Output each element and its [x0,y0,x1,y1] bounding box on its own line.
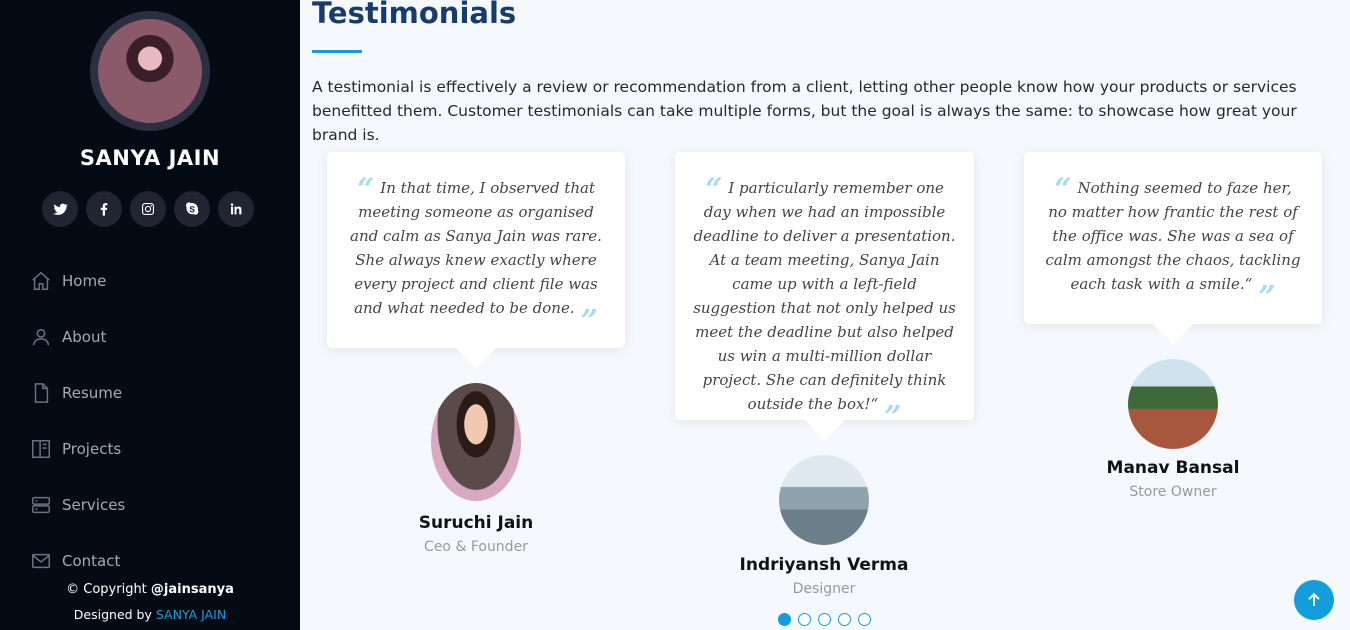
designed-prefix: Designed by [73,607,152,622]
quote-open-icon: “ [705,172,723,207]
facebook-icon [100,203,108,216]
nav-label: Services [62,496,126,514]
quote-close-icon: ” [580,304,598,339]
twitter-link[interactable] [42,191,78,227]
file-icon [34,383,49,403]
envelope-icon [32,553,50,569]
quote-open-icon: “ [1054,172,1072,207]
testimonial-avatar-3 [1128,359,1218,449]
twitter-icon [52,203,68,215]
skype-icon [186,202,199,215]
home-icon [32,271,50,290]
pagination-dot-5[interactable] [858,613,871,626]
carousel-pagination [778,613,871,626]
quote-close-icon: ” [884,400,902,435]
section-title: Testimonials [312,0,517,30]
testimonial-quote: “I particularly remember one day when we… [693,172,956,435]
testimonial-role: Store Owner [1129,484,1217,500]
skype-link[interactable] [174,191,210,227]
instagram-icon [142,203,154,215]
pagination-dot-2[interactable] [798,613,811,626]
testimonials-section: Testimonials A testimonial is effectivel… [300,0,1350,630]
nav-label: Resume [62,384,123,402]
testimonial-quote: “In that time, I observed that meeting s… [347,172,605,339]
testimonial-card-1: “In that time, I observed that meeting s… [327,152,625,368]
nav-item-projects[interactable]: Projects [30,432,125,466]
main-nav: Home About Resume Projects Services Cont… [30,264,125,600]
nav-item-home[interactable]: Home [30,264,125,298]
pagination-dot-3[interactable] [818,613,831,626]
social-links [42,191,254,227]
testimonial-name: Indriyansh Verma [739,555,909,575]
quote-open-icon: “ [357,172,375,207]
back-to-top-button[interactable] [1294,580,1334,620]
testimonial-quote: “Nothing seemed to faze her, no matter h… [1044,172,1302,315]
testimonial-role: Designer [792,581,856,597]
testimonial-card-2: “I particularly remember one day when we… [675,152,974,440]
nav-label: Projects [62,440,122,458]
testimonial-avatar-1 [431,383,521,501]
server-icon [32,496,50,514]
book-icon [32,440,50,458]
testimonial-name: Manav Bansal [1106,458,1240,478]
instagram-link[interactable] [130,191,166,227]
profile-avatar [98,19,202,123]
profile-name: SANYA JAIN [79,146,221,170]
nav-label: Contact [62,552,121,570]
facebook-link[interactable] [86,191,122,227]
designed-by: Designed by SANYA JAIN [0,607,300,622]
nav-label: Home [62,272,107,290]
testimonial-card-3: “Nothing seemed to faze her, no matter h… [1024,152,1322,344]
nav-item-resume[interactable]: Resume [30,376,125,410]
nav-label: About [62,328,107,346]
pagination-dot-4[interactable] [838,613,851,626]
person-icon [32,328,50,346]
linkedin-icon [230,203,242,215]
nav-item-contact[interactable]: Contact [30,544,125,578]
profile-avatar-frame [90,11,210,131]
testimonial-text: In that time, I observed that meeting so… [350,179,602,317]
testimonial-text: I particularly remember one day when we … [693,179,956,413]
title-underline [312,50,362,53]
copyright-handle: @jainsanya [150,582,234,597]
linkedin-link[interactable] [218,191,254,227]
pagination-dot-1[interactable] [778,613,791,626]
testimonial-avatar-2 [779,455,869,545]
copyright-prefix: © Copyright [66,582,147,597]
testimonial-role: Ceo & Founder [424,539,528,555]
copyright: © Copyright @jainsanya [0,582,300,597]
testimonial-name: Suruchi Jain [418,513,534,533]
section-intro: A testimonial is effectively a review or… [312,78,1297,144]
designer-link[interactable]: SANYA JAIN [156,607,226,622]
quote-close-icon: ” [1258,280,1276,315]
arrow-up-icon [1308,592,1320,606]
nav-item-about[interactable]: About [30,320,125,354]
testimonial-text: Nothing seemed to faze her, no matter ho… [1045,179,1301,293]
nav-item-services[interactable]: Services [30,488,125,522]
sidebar: SANYA JAIN Home About Resume Projects Se… [0,0,300,630]
